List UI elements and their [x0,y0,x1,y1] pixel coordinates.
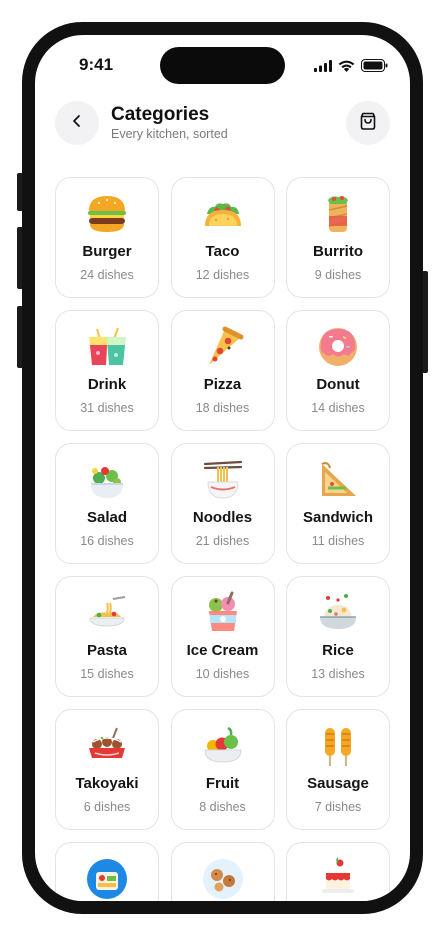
category-card-partial[interactable] [170,842,275,901]
category-card-drink[interactable]: Drink 31 dishes [55,310,159,431]
wifi-icon [338,59,355,77]
category-count: 18 dishes [195,401,250,415]
category-name: Burger [82,243,132,260]
category-card-pasta[interactable]: Pasta 15 dishes [55,576,159,697]
category-name: Taco [205,243,240,260]
category-name: Burrito [313,243,363,260]
noodles-icon [201,458,245,502]
category-count: 31 dishes [80,401,134,415]
salad-icon [85,458,129,502]
pizza-icon [201,325,245,369]
category-card-sandwich[interactable]: Sandwich 11 dishes [286,443,390,564]
battery-icon [361,59,388,77]
takoyaki-icon [85,724,129,768]
category-name: Noodles [192,509,253,526]
back-button[interactable] [55,101,99,145]
category-card-noodles[interactable]: Noodles 21 dishes [170,443,275,564]
cookies-icon [201,857,245,901]
bento-icon [85,857,129,901]
status-icons [314,59,388,77]
category-name: Sausage [307,775,369,792]
category-count: 9 dishes [314,268,362,282]
category-card-pizza[interactable]: Pizza 18 dishes [170,310,275,431]
category-count: 6 dishes [83,800,131,814]
category-count: 11 dishes [311,534,365,548]
category-card-salad[interactable]: Salad 16 dishes [55,443,159,564]
category-card-ice-cream[interactable]: Ice Cream 10 dishes [170,576,275,697]
shopping-bag-icon [358,111,378,136]
status-time: 9:41 [79,55,114,74]
dynamic-island [160,47,285,84]
pasta-icon [85,591,129,635]
category-card-partial[interactable] [55,842,159,901]
category-card-sausage[interactable]: Sausage 7 dishes [286,709,390,830]
category-count: 12 dishes [195,268,250,282]
signal-icon [314,59,332,77]
category-name: Ice Cream [186,642,259,659]
category-grid: Burger 24 dishes Taco 12 dishes Burrito … [55,177,390,901]
category-name: Fruit [205,775,240,792]
category-name: Rice [322,642,354,659]
category-count: 14 dishes [311,401,365,415]
category-count: 21 dishes [195,534,250,548]
sandwich-icon [316,458,360,502]
cart-button[interactable] [346,101,390,145]
category-name: Sandwich [302,509,373,526]
drink-icon [85,325,129,369]
category-name: Pasta [86,642,128,659]
ice-cream-icon [201,591,245,635]
category-count: 7 dishes [314,800,362,814]
category-card-rice[interactable]: Rice 13 dishes [286,576,390,697]
category-card-fruit[interactable]: Fruit 8 dishes [170,709,275,830]
rice-icon [316,591,360,635]
burger-icon [85,192,129,236]
category-count: 16 dishes [80,534,134,548]
burrito-icon [316,192,360,236]
phone-frame: 9:41 Categories Every kitchen, sorted Bu… [22,22,423,914]
category-name: Pizza [203,376,242,393]
sausage-icon [316,724,360,768]
category-card-taco[interactable]: Taco 12 dishes [170,177,275,298]
chevron-left-icon [70,114,84,133]
category-card-burrito[interactable]: Burrito 9 dishes [286,177,390,298]
donut-icon [316,325,360,369]
category-name: Donut [316,376,360,393]
page-subtitle: Every kitchen, sorted [111,127,228,141]
page-title: Categories [111,104,210,125]
category-count: 15 dishes [80,667,134,681]
category-count: 13 dishes [311,667,365,681]
category-card-takoyaki[interactable]: Takoyaki 6 dishes [55,709,159,830]
category-name: Salad [86,509,128,526]
category-name: Takoyaki [75,775,139,792]
category-count: 10 dishes [195,667,250,681]
screen: 9:41 Categories Every kitchen, sorted Bu… [35,35,410,901]
fruit-icon [201,724,245,768]
taco-icon [201,192,245,236]
category-count: 8 dishes [199,800,246,814]
category-name: Drink [87,376,127,393]
category-card-burger[interactable]: Burger 24 dishes [55,177,159,298]
cake-icon [316,857,360,901]
category-count: 24 dishes [80,268,134,282]
category-card-partial[interactable] [286,842,390,901]
category-card-donut[interactable]: Donut 14 dishes [286,310,390,431]
